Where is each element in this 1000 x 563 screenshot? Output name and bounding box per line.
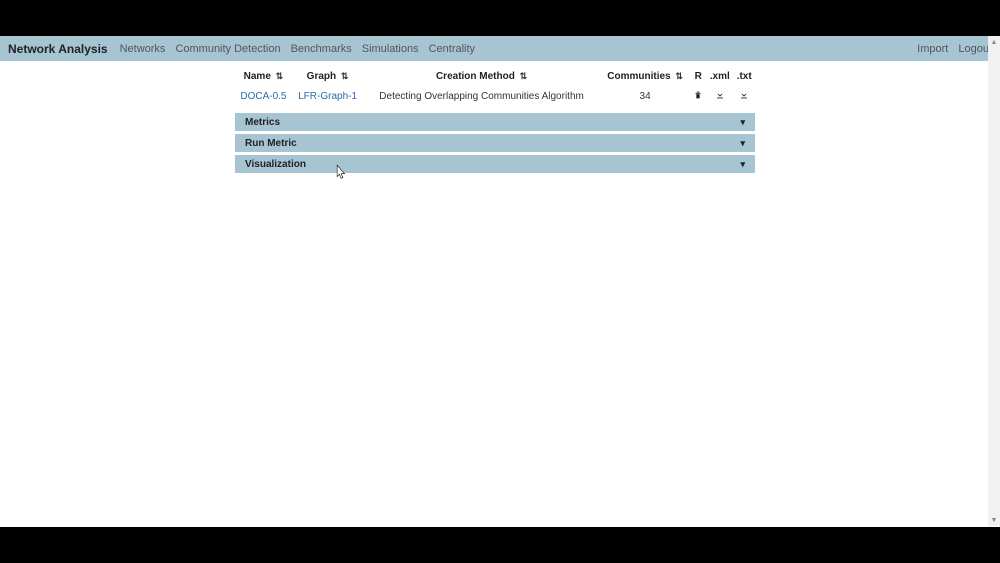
sort-icon[interactable]: ⇅ <box>675 71 683 82</box>
accordion-label: Run Metric <box>245 138 297 149</box>
col-name[interactable]: Name ⇅ <box>235 67 292 86</box>
nav-benchmarks[interactable]: Benchmarks <box>291 43 352 55</box>
download-txt-icon[interactable] <box>739 90 749 100</box>
col-graph[interactable]: Graph ⇅ <box>292 67 363 86</box>
row-creation-method: Detecting Overlapping Communities Algori… <box>363 86 600 107</box>
nav-simulations[interactable]: Simulations <box>362 43 419 55</box>
table-header-row: Name ⇅ Graph ⇅ Creation Method ⇅ Communi… <box>235 67 755 86</box>
letterbox-bottom <box>0 527 1000 563</box>
letterbox-top <box>0 0 1000 36</box>
accordion-group: Metrics ▾ Run Metric ▾ Visualization ▾ <box>235 113 755 173</box>
row-graph-link[interactable]: LFR-Graph-1 <box>298 91 357 102</box>
col-xml-label: .xml <box>710 71 730 82</box>
chevron-down-icon: ▾ <box>740 117 745 128</box>
col-communities-label: Communities <box>607 71 670 82</box>
accordion-metrics[interactable]: Metrics ▾ <box>235 113 755 131</box>
scrollbar-up-icon[interactable]: ▲ <box>988 36 1000 48</box>
accordion-label: Visualization <box>245 159 306 170</box>
row-name-link[interactable]: DOCA-0.5 <box>240 91 286 102</box>
col-name-label: Name <box>244 71 271 82</box>
row-communities: 34 <box>600 86 690 107</box>
table-row: DOCA-0.5 LFR-Graph-1 Detecting Overlappi… <box>235 86 755 107</box>
col-graph-label: Graph <box>307 71 336 82</box>
brand-title: Network Analysis <box>8 42 108 56</box>
scrollbar[interactable]: ▲ ▼ <box>988 36 1000 526</box>
download-xml-icon[interactable] <box>715 90 725 100</box>
col-xml: .xml <box>706 67 733 86</box>
sort-icon[interactable]: ⇅ <box>520 71 528 82</box>
col-r-label: R <box>695 71 702 82</box>
chevron-down-icon: ▾ <box>740 138 745 149</box>
sort-icon[interactable]: ⇅ <box>276 71 284 82</box>
accordion-visualization[interactable]: Visualization ▾ <box>235 155 755 173</box>
accordion-run-metric[interactable]: Run Metric ▾ <box>235 134 755 152</box>
main-content: Name ⇅ Graph ⇅ Creation Method ⇅ Communi… <box>0 61 990 173</box>
col-r: R <box>690 67 706 86</box>
navbar: Network Analysis Networks Community Dete… <box>0 36 1000 61</box>
results-table: Name ⇅ Graph ⇅ Creation Method ⇅ Communi… <box>235 67 755 107</box>
sort-icon[interactable]: ⇅ <box>341 71 349 82</box>
scrollbar-down-icon[interactable]: ▼ <box>988 514 1000 526</box>
chevron-down-icon: ▾ <box>740 159 745 170</box>
col-creation-method-label: Creation Method <box>436 71 515 82</box>
nav-community-detection[interactable]: Community Detection <box>175 43 280 55</box>
nav-logout[interactable]: Logout <box>958 43 992 55</box>
results-table-wrap: Name ⇅ Graph ⇅ Creation Method ⇅ Communi… <box>235 67 755 107</box>
col-txt-label: .txt <box>737 71 752 82</box>
nav-centrality[interactable]: Centrality <box>429 43 475 55</box>
nav-import[interactable]: Import <box>917 43 948 55</box>
nav-networks[interactable]: Networks <box>120 43 166 55</box>
col-txt: .txt <box>733 67 755 86</box>
delete-icon[interactable] <box>693 90 703 100</box>
accordion-label: Metrics <box>245 117 280 128</box>
col-communities[interactable]: Communities ⇅ <box>600 67 690 86</box>
col-creation-method[interactable]: Creation Method ⇅ <box>363 67 600 86</box>
